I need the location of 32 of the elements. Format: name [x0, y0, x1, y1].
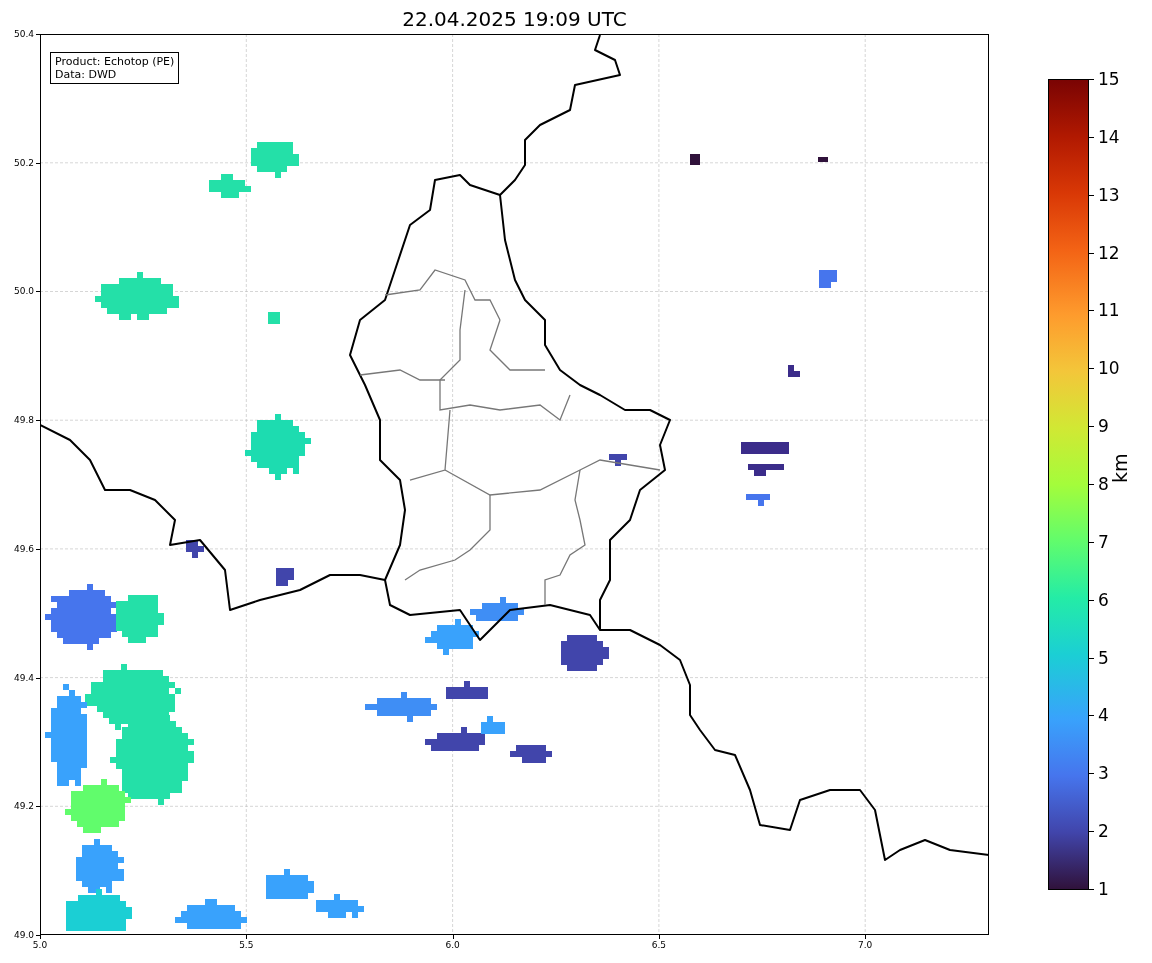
- colorbar-tick-label: 9: [1098, 416, 1109, 437]
- x-tick-label: 5.0: [32, 940, 48, 951]
- colorbar-tick-label: 4: [1098, 705, 1109, 726]
- colorbar-tick-label: 6: [1098, 589, 1109, 610]
- x-tick-label: 7.0: [858, 940, 873, 951]
- y-tick-label: 50.4: [13, 28, 34, 40]
- legend-text: Product: Echotop (PE): [55, 55, 175, 68]
- colorbar-tick-label: 5: [1098, 647, 1109, 668]
- chart-title: 22.04.2025 19:09 UTC: [401, 6, 628, 32]
- y-tick-label: 49.4: [13, 672, 34, 684]
- colorbar-tick-label: 8: [1098, 474, 1109, 494]
- colorbar-tick-label: 2: [1098, 821, 1109, 842]
- y-tick-label: 49.6: [13, 543, 34, 555]
- colorbar-tick-label: 13: [1098, 184, 1120, 205]
- colorbar-tick-label: 3: [1098, 763, 1109, 784]
- x-tick-label: 6.5: [651, 940, 667, 951]
- colorbar-tick-label: 7: [1098, 531, 1109, 552]
- colorbar-tick-label: 15: [1098, 69, 1120, 89]
- colorbar-tick-label: 10: [1098, 358, 1120, 379]
- x-tick-label: 6.0: [445, 940, 460, 951]
- colorbar-tick-label: 11: [1098, 300, 1120, 321]
- y-tick-label: 49.0: [13, 929, 34, 941]
- y-tick-label: 49.2: [13, 800, 34, 812]
- y-tick-label: 49.8: [13, 414, 34, 426]
- colorbar-tick-label: 14: [1098, 126, 1120, 147]
- y-tick-label: 50.2: [13, 157, 34, 169]
- x-tick-label: 5.5: [239, 940, 254, 951]
- legend-text: Data: DWD: [55, 68, 118, 81]
- y-tick-label: 50.0: [13, 285, 34, 297]
- colorbar-label: km: [1109, 453, 1131, 483]
- colorbar-tick-label: 1: [1098, 879, 1109, 899]
- colorbar-tick-label: 12: [1098, 242, 1120, 263]
